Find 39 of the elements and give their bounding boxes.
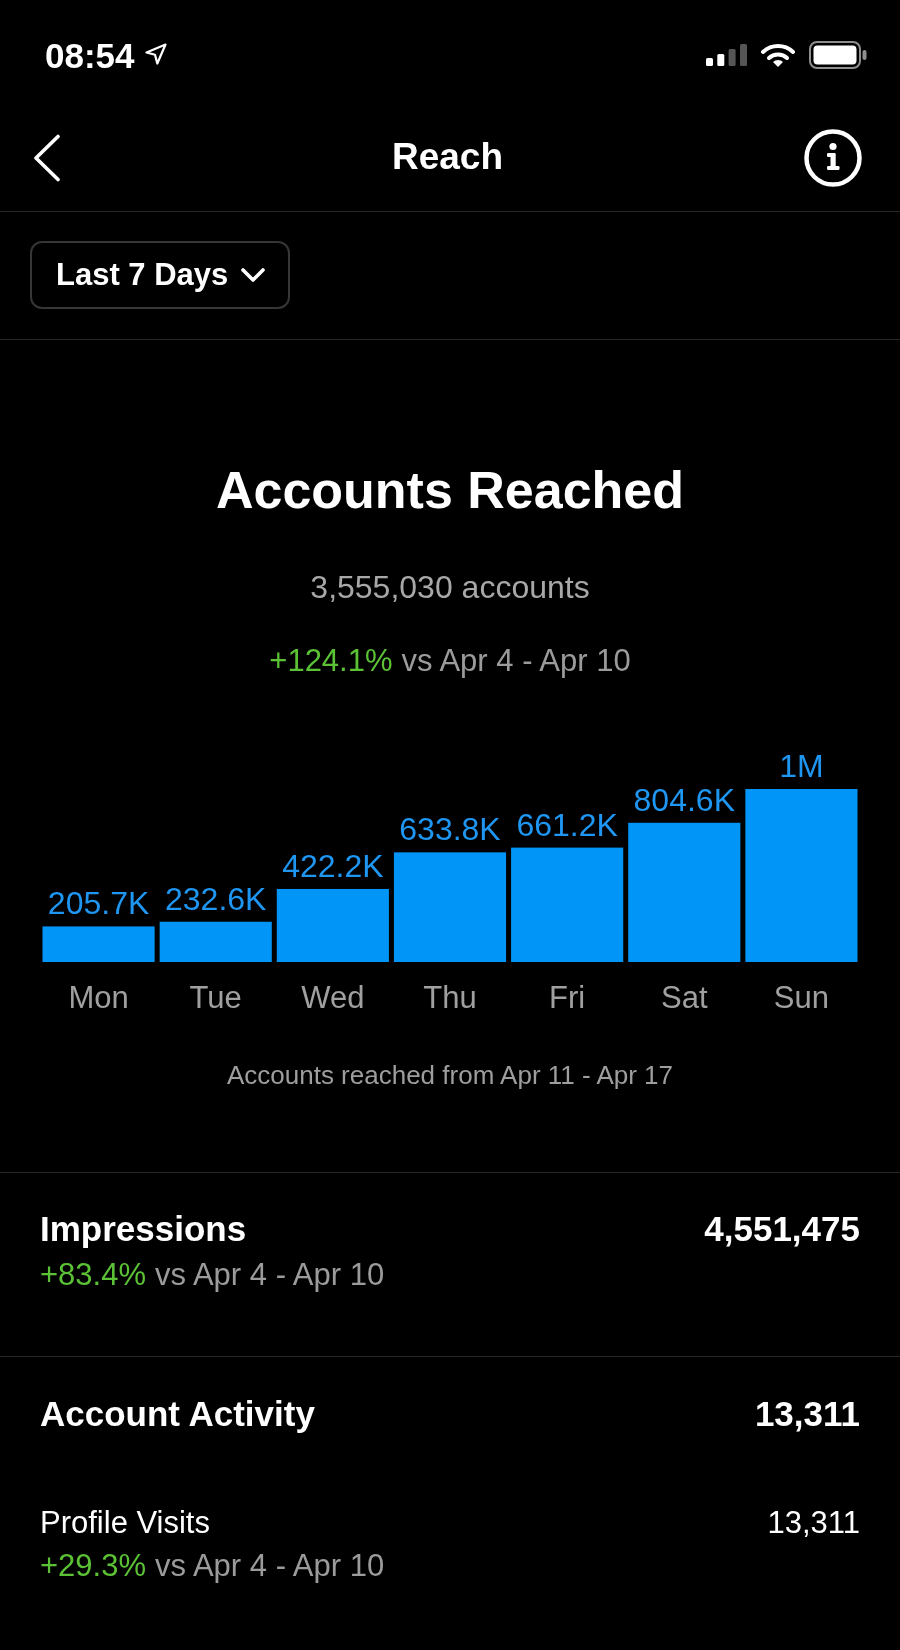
total-accounts: 3,555,030 accounts xyxy=(310,568,590,606)
comparison-text: vs Apr 4 - Apr 10 xyxy=(401,642,631,680)
metric-title: Account Activity xyxy=(40,1393,315,1435)
change-percent: +29.3% xyxy=(40,1547,146,1585)
comparison-text: vs Apr 4 - Apr 10 xyxy=(155,1256,385,1294)
info-icon[interactable] xyxy=(804,128,862,187)
metric-label: Profile Visits xyxy=(40,1504,210,1541)
metric-value: 4,551,475 xyxy=(704,1208,860,1250)
chart-caption: Accounts reached from Apr 11 - Apr 17 xyxy=(226,1059,674,1091)
value-label: 422.2K xyxy=(282,847,384,884)
chevron-down-icon xyxy=(240,267,267,283)
day-label: Thu xyxy=(423,980,477,1015)
battery-icon xyxy=(809,41,867,69)
change-percent: +124.1% xyxy=(269,642,393,680)
value-label: 232.6K xyxy=(165,880,267,917)
location-arrow-icon xyxy=(143,42,168,66)
day-label: Sun xyxy=(773,980,829,1015)
page-title: Reach xyxy=(391,135,504,180)
value-label: 205.7K xyxy=(47,885,150,922)
day-label: Wed xyxy=(301,980,365,1015)
change-percent: +83.4% xyxy=(40,1256,146,1294)
metric-value: 13,311 xyxy=(767,1504,860,1541)
day-label: Fri xyxy=(549,980,586,1015)
back-icon[interactable] xyxy=(33,133,61,182)
day-label: Mon xyxy=(68,980,129,1015)
day-label: Tue xyxy=(189,980,242,1015)
signal-icon xyxy=(706,44,747,66)
section-heading: Accounts Reached xyxy=(215,460,685,521)
value-label: 804.6K xyxy=(633,781,735,818)
value-label: 633.8K xyxy=(399,811,501,848)
day-label: Sat xyxy=(661,980,708,1015)
value-label: 661.2K xyxy=(516,806,618,843)
comparison-text: vs Apr 4 - Apr 10 xyxy=(155,1547,385,1585)
metric-value: 13,311 xyxy=(754,1393,860,1435)
date-range-dropdown[interactable]: Last 7 Days xyxy=(30,241,291,309)
metric-title: Impressions xyxy=(40,1208,247,1250)
value-label: 1M xyxy=(779,748,824,784)
wifi-icon xyxy=(760,42,796,68)
status-time: 08:54 xyxy=(45,37,135,73)
